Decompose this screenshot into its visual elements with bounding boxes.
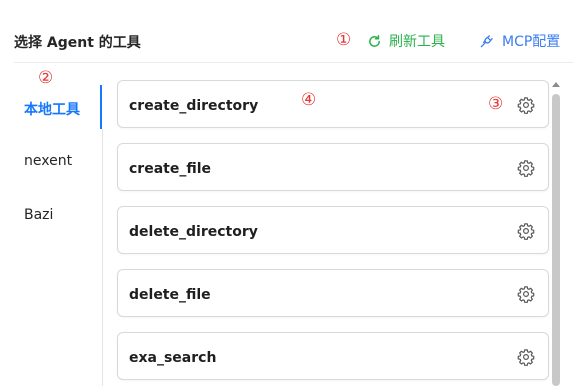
tool-card-delete-directory[interactable]: delete_directory (117, 206, 549, 254)
sidebar-item-nexent[interactable]: nexent (24, 153, 72, 169)
panel-header: 选择 Agent 的工具 ① 刷新工具 MCP配置 (0, 0, 581, 62)
sidebar-divider (102, 129, 103, 386)
annotation-marker-4: ④ (301, 90, 317, 110)
annotation-marker-3: ③ (488, 94, 504, 114)
tool-name: delete_directory (129, 224, 258, 240)
gear-icon[interactable] (517, 159, 535, 177)
tool-card-create-file[interactable]: create_file (117, 143, 549, 191)
refresh-icon (369, 34, 380, 47)
scrollbar-thumb[interactable] (552, 94, 560, 386)
gear-icon[interactable] (517, 222, 535, 240)
scroll-up-arrow-icon[interactable] (552, 82, 560, 87)
tool-list-scrollbar[interactable] (551, 82, 561, 386)
gear-icon[interactable] (517, 285, 535, 303)
refresh-tools-label: 刷新工具 (389, 34, 445, 50)
gear-icon[interactable] (517, 96, 535, 114)
sidebar-item-bazi[interactable]: Bazi (24, 207, 53, 223)
tool-name: exa_search (129, 350, 217, 366)
refresh-tools-button[interactable]: 刷新工具 (367, 31, 445, 51)
tool-name: create_directory (129, 98, 259, 114)
tool-name: create_file (129, 161, 212, 177)
panel-title: 选择 Agent 的工具 (14, 35, 141, 51)
tool-name: delete_file (129, 287, 211, 303)
mcp-config-button[interactable]: MCP配置 (479, 31, 560, 51)
sidebar-item-local-tools[interactable]: 本地工具 (24, 99, 80, 119)
tool-card-delete-file[interactable]: delete_file (117, 269, 549, 317)
gear-icon[interactable] (517, 348, 535, 366)
sidebar-active-indicator (100, 85, 102, 129)
tool-card-exa-search[interactable]: exa_search (117, 332, 549, 380)
tool-card-create-directory[interactable]: create_directory (117, 80, 549, 128)
annotation-marker-1: ① (336, 30, 352, 50)
plug-icon (480, 34, 493, 47)
mcp-config-label: MCP配置 (502, 34, 561, 50)
